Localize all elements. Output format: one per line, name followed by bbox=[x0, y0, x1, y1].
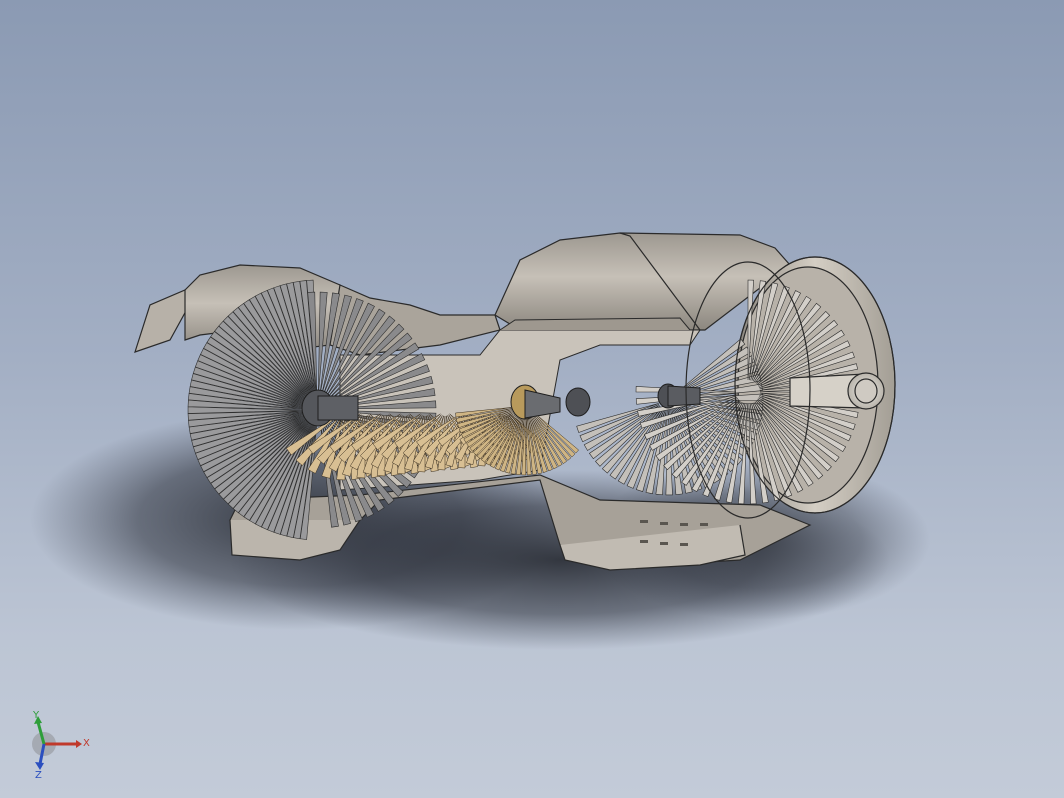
z-axis-label: Z bbox=[35, 770, 42, 781]
jet-engine-cutaway-model[interactable] bbox=[0, 0, 1064, 798]
x-axis-label: X bbox=[83, 738, 90, 749]
x-axis-head bbox=[76, 740, 82, 748]
coordinate-triad[interactable]: X Y Z bbox=[22, 706, 102, 786]
y-axis-label: Y bbox=[32, 710, 40, 721]
exhaust-cone[interactable] bbox=[789, 372, 885, 410]
z-axis-head bbox=[35, 762, 44, 770]
graphics-viewport[interactable]: X Y Z bbox=[0, 0, 1064, 798]
